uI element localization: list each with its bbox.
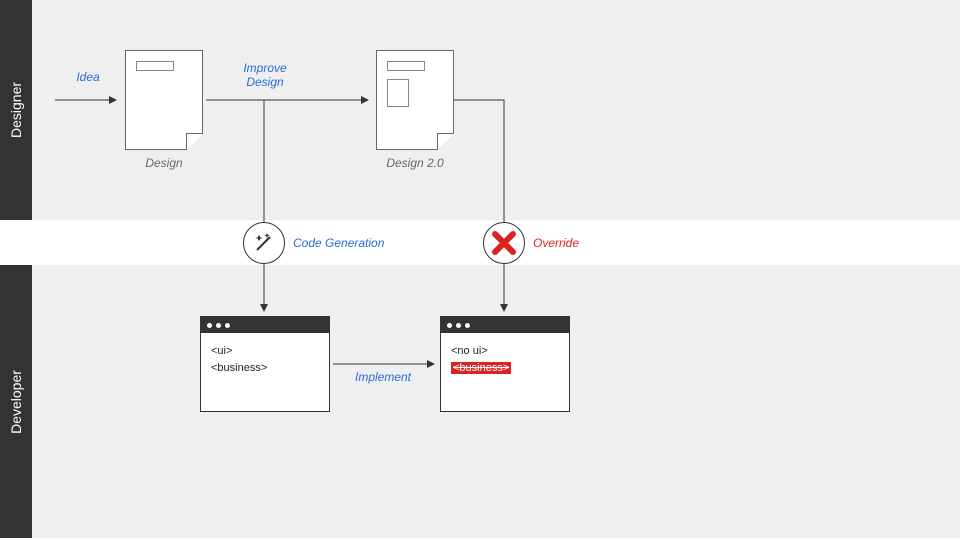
window-dot xyxy=(447,323,452,328)
doc-bar xyxy=(136,61,174,71)
doc-design-2 xyxy=(376,50,454,150)
label-implement: Implement xyxy=(348,370,418,384)
designer-lane-label: Designer xyxy=(0,0,32,220)
codebox-1: <ui> <business> xyxy=(200,316,330,412)
codegen-icon xyxy=(243,222,285,264)
codebox-1-content: <ui> <business> xyxy=(201,333,329,386)
label-improve-1: Improve xyxy=(235,61,295,75)
codegen-label: Code Generation xyxy=(293,236,384,250)
doc-bar-v xyxy=(387,79,409,107)
codebox-2: <no ui> <business> xyxy=(440,316,570,412)
doc-bar xyxy=(387,61,425,71)
developer-lane-text: Developer xyxy=(8,370,24,434)
label-idea: Idea xyxy=(68,70,108,84)
code-line-struck: <business> xyxy=(451,362,511,374)
codebox-2-titlebar xyxy=(441,317,569,333)
window-dot xyxy=(216,323,221,328)
codebox-2-content: <no ui> <business> xyxy=(441,333,569,386)
designer-lane-text: Designer xyxy=(8,82,24,138)
window-dot xyxy=(225,323,230,328)
override-icon xyxy=(483,222,525,264)
magic-wand-icon xyxy=(251,230,277,256)
window-dot xyxy=(207,323,212,328)
window-dot xyxy=(465,323,470,328)
x-icon xyxy=(490,229,518,257)
code-line: <business> xyxy=(211,360,319,377)
doc-design-2-caption: Design 2.0 xyxy=(365,156,465,170)
developer-lane-label: Developer xyxy=(0,265,32,538)
window-dot xyxy=(456,323,461,328)
code-line: <ui> xyxy=(211,343,319,360)
label-improve-2: Design xyxy=(235,75,295,89)
code-line: <no ui> xyxy=(451,343,559,360)
doc-design-1 xyxy=(125,50,203,150)
override-label: Override xyxy=(533,236,579,250)
codebox-1-titlebar xyxy=(201,317,329,333)
doc-design-1-caption: Design xyxy=(114,156,214,170)
